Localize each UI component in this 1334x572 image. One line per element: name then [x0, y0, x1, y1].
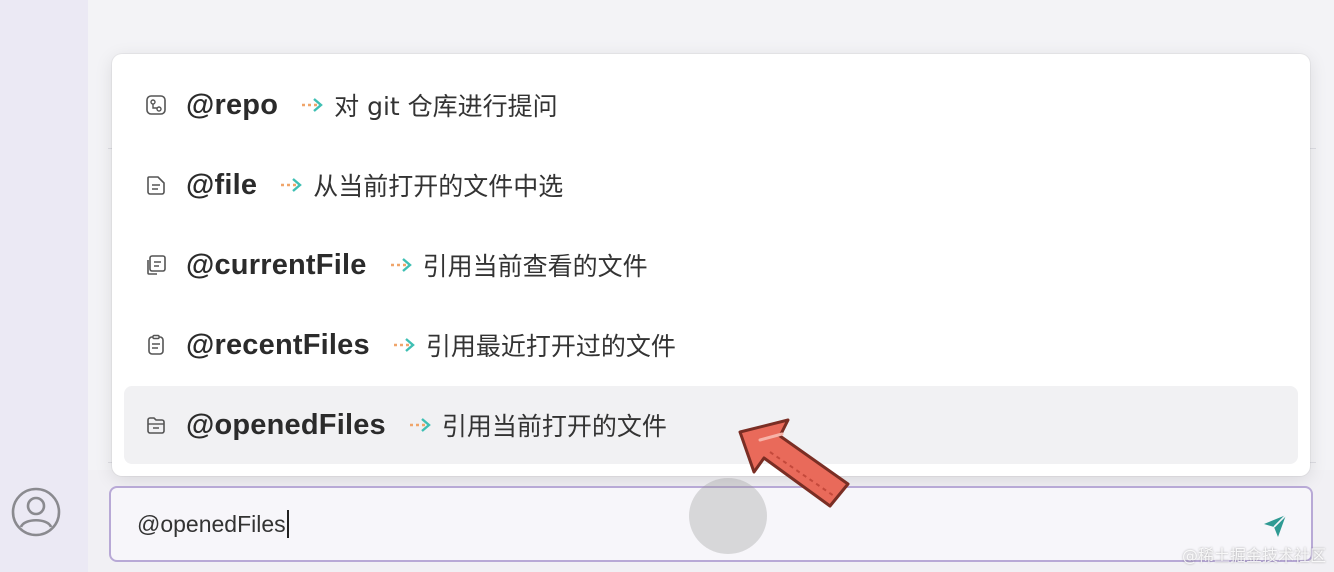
file-icon [144, 173, 168, 197]
mention-item-opened-files[interactable]: @openedFiles 引用当前打开的文件 [124, 386, 1298, 464]
opened-files-icon [144, 413, 168, 437]
arrow-right-icon [408, 414, 434, 436]
mention-description: 引用最近打开过的文件 [425, 332, 676, 361]
annotation-arrow-icon [738, 418, 850, 508]
arrow-right-icon [279, 174, 305, 196]
git-repo-icon [144, 93, 168, 117]
user-avatar-icon[interactable] [10, 486, 62, 538]
arrow-right-icon [392, 334, 418, 356]
mention-description: 对 git 仓库进行提问 [334, 92, 558, 121]
mention-item-recent-files[interactable]: @recentFiles 引用最近打开过的文件 [124, 306, 1298, 384]
watermark: @稀土掘金技术社区 [1181, 546, 1326, 565]
mention-description: 从当前打开的文件中选 [313, 172, 564, 201]
mention-description: 引用当前查看的文件 [422, 252, 648, 281]
recent-files-icon [144, 333, 168, 357]
mention-command: @file [186, 168, 258, 201]
mention-command: @repo [186, 88, 279, 121]
mention-item-repo[interactable]: @repo 对 git 仓库进行提问 [124, 66, 1298, 144]
mention-description: 引用当前打开的文件 [441, 412, 667, 441]
current-file-icon [144, 253, 168, 277]
arrow-right-icon [300, 94, 326, 116]
mention-command: @currentFile [186, 248, 367, 281]
send-icon[interactable] [1261, 512, 1289, 540]
arrow-right-icon [389, 254, 415, 276]
mention-command: @recentFiles [186, 328, 370, 361]
mention-item-current-file[interactable]: @currentFile 引用当前查看的文件 [124, 226, 1298, 304]
chat-input-value: @openedFiles [137, 510, 289, 538]
mention-command: @openedFiles [186, 408, 386, 441]
mention-item-file[interactable]: @file 从当前打开的文件中选 [124, 146, 1298, 224]
mention-dropdown: @repo 对 git 仓库进行提问 @file 从当前打开的文件中选 @cur… [112, 54, 1310, 476]
